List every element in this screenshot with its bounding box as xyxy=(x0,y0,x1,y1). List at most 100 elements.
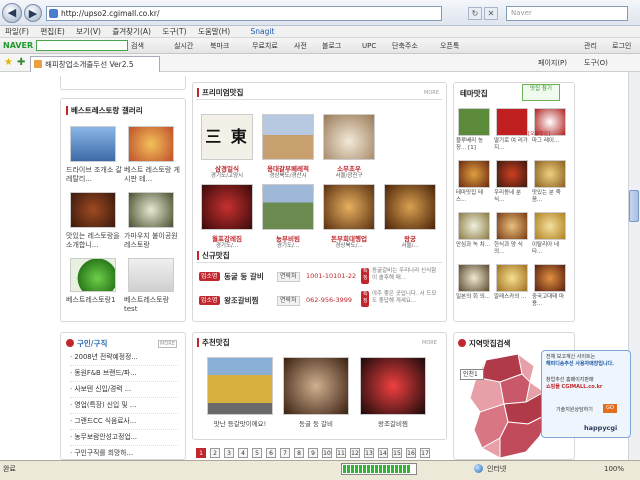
theme-caption-2[interactable]: 딸기로 여 러가지... xyxy=(494,138,530,152)
menu-file[interactable]: 파일(F) xyxy=(5,27,29,36)
theme-caption-12[interactable]: 중국고대테 마용... xyxy=(532,294,568,308)
gallery-thumb-4[interactable] xyxy=(128,192,174,228)
theme-caption-5[interactable]: 우리동네 분식... xyxy=(494,190,530,204)
theme-thumb-1[interactable] xyxy=(458,108,490,136)
naver-login[interactable]: 로그인 xyxy=(612,38,631,54)
popup-line-4[interactable]: 쇼핑몰 CGIMALL.co.kr xyxy=(546,384,628,391)
theme-caption-11[interactable]: 알래스카의 ... xyxy=(494,294,530,301)
snagit-button[interactable]: Snagit xyxy=(251,27,275,36)
pager-2[interactable]: 2 xyxy=(210,448,220,458)
job-item-3[interactable]: · 사보텐 신입/경력 ... xyxy=(70,382,178,398)
gallery-thumb-1[interactable] xyxy=(70,126,116,162)
job-item-2-text[interactable]: 동원F&B 브랜드/파... xyxy=(74,369,136,377)
naver-upc[interactable]: UPC xyxy=(362,38,376,54)
naver-realtime[interactable]: 실시간 xyxy=(174,38,193,54)
popup-go-button[interactable]: GO xyxy=(603,404,617,413)
theme-thumb-2[interactable] xyxy=(496,108,528,136)
command-tools[interactable]: 도구(O) xyxy=(584,54,608,72)
pager-6[interactable]: 6 xyxy=(266,448,276,458)
theme-caption-7[interactable]: 안심과 녹 차... xyxy=(456,242,492,249)
naver-opentalk[interactable]: 오픈툭 xyxy=(440,38,459,54)
job-item-4[interactable]: · 영업(특장) 신입 및 ... xyxy=(70,398,178,414)
jobs-more-link[interactable]: MORE xyxy=(158,340,177,348)
theme-caption-8[interactable]: 한식과 양 식의... xyxy=(494,242,530,256)
menu-view[interactable]: 보기(V) xyxy=(76,27,101,36)
gallery-caption-2[interactable]: 베스트 레스토랑 게시판 테... xyxy=(124,166,182,184)
premium-thumb-2[interactable] xyxy=(262,114,314,160)
new-shop-2-name[interactable]: 왕조갈비찜 xyxy=(224,295,259,306)
premium-thumb-1[interactable]: 三 東 xyxy=(201,114,253,160)
premium-name-4[interactable]: 월포강레짐 xyxy=(197,235,257,243)
theme-thumb-5[interactable] xyxy=(496,160,528,188)
recommend-caption-1[interactable]: 맛난 등갈맛이에요! xyxy=(203,420,277,429)
gallery-caption-4[interactable]: 가마우지 불이공원 레스토랑 xyxy=(124,232,182,250)
job-item-5-text[interactable]: 그랜드CC 식음료사... xyxy=(74,417,136,425)
gallery-thumb-6[interactable] xyxy=(128,258,174,292)
naver-bookmark[interactable]: 북마크 xyxy=(210,38,229,54)
recommend-thumb-1[interactable] xyxy=(207,357,273,415)
scrollbar-thumb[interactable] xyxy=(629,190,639,222)
naver-dictionary[interactable]: 사전 xyxy=(294,38,307,54)
recommend-caption-3[interactable]: 왕조갈비찜 xyxy=(356,420,430,429)
job-item-7-text[interactable]: 구인구직를 희망하... xyxy=(74,449,133,457)
theme-thumb-4[interactable] xyxy=(458,160,490,188)
premium-thumb-3[interactable] xyxy=(323,114,375,160)
stop-icon[interactable]: ✕ xyxy=(484,7,498,20)
gallery-thumb-3[interactable] xyxy=(70,192,116,228)
pager-11[interactable]: 11 xyxy=(336,448,346,458)
gallery-thumb-5[interactable] xyxy=(70,258,116,292)
naver-search-button[interactable]: 검색 xyxy=(131,38,144,54)
job-item-6[interactable]: · 농무보람안성고정업... xyxy=(70,430,178,446)
favorites-star-icon[interactable]: ★ xyxy=(4,57,13,68)
job-item-3-text[interactable]: 사보텐 신입/경력 ... xyxy=(74,385,131,393)
theme-caption-6[interactable]: 맛있는 분 죽 음... xyxy=(532,190,568,204)
refresh-icon[interactable]: ↻ xyxy=(468,7,482,20)
pager-7[interactable]: 7 xyxy=(280,448,290,458)
theme-thumb-11[interactable] xyxy=(496,264,528,292)
premium-thumb-4[interactable] xyxy=(201,184,253,230)
theme-thumb-6[interactable] xyxy=(534,160,566,188)
theme-caption-3[interactable]: 마그 레이... xyxy=(532,138,568,145)
theme-tab[interactable]: 맛집 참기 xyxy=(522,84,560,101)
pager-4[interactable]: 4 xyxy=(238,448,248,458)
pager-16[interactable]: 16 xyxy=(406,448,416,458)
job-item-2[interactable]: · 동원F&B 브랜드/파... xyxy=(70,366,178,382)
forward-button[interactable]: ▶ xyxy=(24,4,42,22)
menu-favorites[interactable]: 즐겨찾기(A) xyxy=(112,27,151,36)
theme-caption-4[interactable]: 테마맛집 테스... xyxy=(456,190,492,204)
theme-caption-10[interactable]: 일본의 회 의... xyxy=(456,294,492,301)
theme-thumb-12[interactable] xyxy=(534,264,566,292)
browser-tab[interactable]: 해피창업소개출두선 Ver2.5 xyxy=(30,56,160,72)
menu-help[interactable]: 도움말(H) xyxy=(198,27,230,36)
premium-thumb-7[interactable] xyxy=(384,184,436,230)
zoom-level[interactable]: 100% xyxy=(604,462,624,476)
gallery-caption-5[interactable]: 베스트레스토랑1 xyxy=(66,296,122,305)
gallery-caption-6[interactable]: 베스트레스토랑 test xyxy=(124,296,182,314)
job-item-6-text[interactable]: 농무보람안성고정업... xyxy=(74,433,137,441)
pager-17[interactable]: 17 xyxy=(420,448,430,458)
recommend-more-link[interactable]: MORE xyxy=(422,340,437,346)
premium-thumb-6[interactable] xyxy=(323,184,375,230)
search-input[interactable]: Naver xyxy=(506,6,628,21)
naver-search-input[interactable] xyxy=(36,40,128,51)
pager-12[interactable]: 12 xyxy=(350,448,360,458)
new-shop-1-name[interactable]: 동굴 둥 갈비 xyxy=(224,271,264,282)
gallery-caption-1[interactable]: 드라이브 조개소 갈 레탈리... xyxy=(66,166,122,184)
gallery-caption-3[interactable]: 맛있는 레스토랑을 소개합니... xyxy=(66,232,122,250)
job-item-1[interactable]: · 2008년 전략예정정... xyxy=(70,350,178,366)
theme-caption-9[interactable]: 이탈리아 네타... xyxy=(532,242,568,256)
pager-9[interactable]: 9 xyxy=(308,448,318,458)
premium-name-6[interactable]: 돈부회대행업 xyxy=(319,235,379,243)
premium-name-5[interactable]: 농부비빔 xyxy=(258,235,318,243)
theme-thumb-10[interactable] xyxy=(458,264,490,292)
pager-5[interactable]: 5 xyxy=(252,448,262,458)
add-favorite-icon[interactable]: ✚ xyxy=(17,57,25,68)
pager-15[interactable]: 15 xyxy=(392,448,402,458)
menu-edit[interactable]: 편집(E) xyxy=(40,27,64,36)
premium-more-link[interactable]: MORE xyxy=(424,90,439,96)
premium-thumb-5[interactable] xyxy=(262,184,314,230)
theme-thumb-9[interactable] xyxy=(534,212,566,240)
theme-thumb-8[interactable] xyxy=(496,212,528,240)
recommend-thumb-2[interactable] xyxy=(283,357,349,415)
pager-13[interactable]: 13 xyxy=(364,448,374,458)
